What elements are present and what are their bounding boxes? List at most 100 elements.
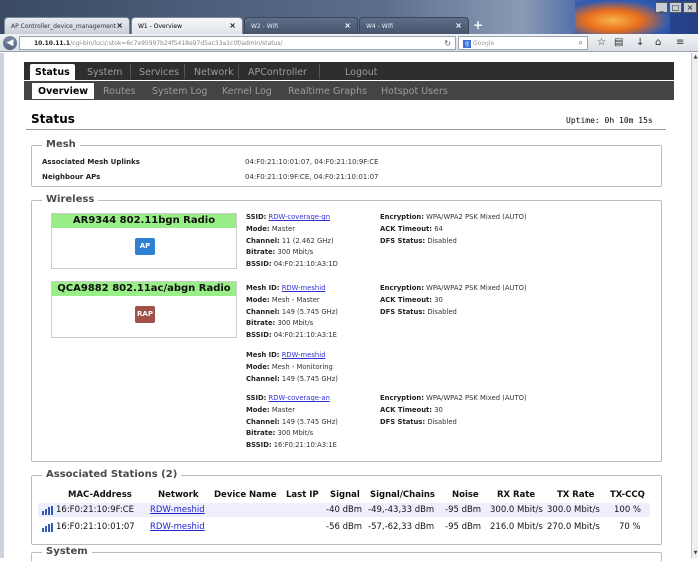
url-path: /cgi-bin/luci/;stok=6c7e95997b24f5418e97… <box>70 40 283 47</box>
search-placeholder: Google <box>473 40 495 47</box>
col-tx-ccq: TX-CCQ <box>610 490 645 500</box>
browser-tab-1[interactable]: AP Controller_device_management × <box>4 17 130 34</box>
search-input[interactable]: g Google ⌕ <box>458 36 588 50</box>
browser-tab-3[interactable]: W2 - Wifi × <box>244 17 358 34</box>
close-icon[interactable]: × <box>455 21 462 30</box>
mesh-legend: Mesh <box>42 139 80 150</box>
bookmarks-menu-icon[interactable]: ▤ <box>614 37 623 48</box>
cell-rx-rate: 300.0 Mbit/s <box>490 505 543 515</box>
meshid-link[interactable]: RDW-meshid <box>282 351 326 359</box>
menu-apcontroller[interactable]: APController <box>243 64 312 80</box>
cell-network: RDW-meshid <box>150 505 205 515</box>
browser-titlebar: AP Controller_device_management × W1 - O… <box>0 0 698 34</box>
tab-label: W1 - Overview <box>138 23 182 30</box>
cell-noise: -95 dBm <box>445 522 482 532</box>
network-security-coverage-gn: Encryption: WPA/WPA2 PSK Mixed (AUTO) AC… <box>380 213 527 245</box>
back-icon[interactable]: ◀ <box>3 36 17 50</box>
close-icon[interactable]: × <box>229 21 236 30</box>
network-info-coverage-gn: SSID: RDW-coverage-gn Mode: Master Chann… <box>246 213 338 269</box>
system-legend: System <box>42 546 92 557</box>
signal-icon <box>42 506 54 515</box>
browser-tab-4[interactable]: W4 - Wifi × <box>359 17 469 34</box>
browser-navbar: ◀ 10.10.11.1/cgi-bin/luci/;stok=6c7e9599… <box>0 34 698 52</box>
google-icon: g <box>463 40 471 48</box>
tab-realtime-graphs[interactable]: Realtime Graphs <box>282 83 373 99</box>
uptime-label: Uptime: <box>566 116 600 125</box>
meshid-link[interactable]: RDW-meshid <box>282 284 326 292</box>
network-security-coverage-an: Encryption: WPA/WPA2 PSK Mixed (AUTO) AC… <box>380 394 527 426</box>
cell-network: RDW-meshid <box>150 522 205 532</box>
close-icon[interactable]: × <box>344 21 351 30</box>
tab-system-log[interactable]: System Log <box>146 83 213 99</box>
wireless-legend: Wireless <box>42 194 99 205</box>
cell-tx-rate: 300.0 Mbit/s <box>547 505 600 515</box>
menu-network[interactable]: Network <box>189 64 239 80</box>
page-title: Status <box>31 112 75 126</box>
col-signal: Signal <box>330 490 360 500</box>
cell-tx-ccq: 100 % <box>614 505 642 515</box>
minimize-icon[interactable]: _ <box>655 2 668 13</box>
network-info-meshid-master: Mesh ID: RDW-meshid Mode: Mesh - Master … <box>246 284 338 340</box>
vertical-scrollbar[interactable]: ▲ ▼ <box>691 53 698 558</box>
access-point-icon: AP <box>135 238 155 255</box>
col-rx-rate: RX Rate <box>497 490 536 500</box>
table-row: 16:F0:21:10:9F:CE RDW-meshid -40 dBm -49… <box>38 503 650 517</box>
url-bar[interactable]: 10.10.11.1/cgi-bin/luci/;stok=6c7e95997b… <box>19 36 456 50</box>
mesh-uplinks-value: 04:F0:21:10:01:07, 04:F0:21:10:9F:CE <box>245 158 379 166</box>
cell-signal-chains: -49,-43,33 dBm <box>368 505 435 515</box>
network-link[interactable]: RDW-meshid <box>150 505 205 515</box>
network-security-meshid: Encryption: WPA/WPA2 PSK Mixed (AUTO) AC… <box>380 284 527 316</box>
downloads-icon[interactable]: ↓ <box>636 37 644 48</box>
radio-title: AR9344 802.11bgn Radio <box>52 214 236 228</box>
cell-noise: -95 dBm <box>445 505 482 515</box>
bookmark-star-icon[interactable]: ☆ <box>597 37 606 48</box>
repeater-ap-icon: RAP <box>135 306 155 323</box>
cell-mac: 16:F0:21:10:01:07 <box>56 522 135 532</box>
title-divider <box>26 129 666 130</box>
ssid-link[interactable]: RDW-coverage-gn <box>269 213 330 221</box>
tab-kernel-log[interactable]: Kernel Log <box>216 83 278 99</box>
menu-separator <box>184 64 185 79</box>
signal-icon <box>42 523 54 532</box>
reload-icon[interactable]: ↻ <box>444 39 451 48</box>
radio-card-qca9882: QCA9882 802.11ac/abgn Radio RAP <box>51 281 237 338</box>
network-info-meshid-monitoring: Mesh ID: RDW-meshid Mode: Mesh - Monitor… <box>246 351 338 383</box>
new-tab-icon[interactable]: + <box>473 18 483 32</box>
window-close-icon[interactable]: × <box>683 2 697 13</box>
menu-icon[interactable]: ≡ <box>676 37 684 48</box>
menu-logout[interactable]: Logout <box>340 64 383 80</box>
url-host: 10.10.11.1 <box>34 40 71 47</box>
maximize-icon[interactable]: □ <box>669 2 682 13</box>
browser-tab-2[interactable]: W1 - Overview × <box>131 17 243 34</box>
mesh-uplinks-label: Associated Mesh Uplinks <box>42 158 140 166</box>
menu-separator <box>319 64 320 79</box>
scroll-down-icon[interactable]: ▼ <box>692 550 698 557</box>
col-mac-address: MAC-Address <box>68 490 132 500</box>
cell-tx-rate: 270.0 Mbit/s <box>547 522 600 532</box>
home-icon[interactable]: ⌂ <box>655 37 661 48</box>
cell-mac: 16:F0:21:10:9F:CE <box>56 505 135 515</box>
tab-overview[interactable]: Overview <box>32 83 95 99</box>
cell-tx-ccq: 70 % <box>619 522 641 532</box>
menu-status[interactable]: Status <box>30 64 75 80</box>
radio-card-ar9344: AR9344 802.11bgn Radio AP <box>51 213 237 269</box>
search-icon[interactable]: ⌕ <box>579 38 583 48</box>
tab-routes[interactable]: Routes <box>97 83 142 99</box>
network-link[interactable]: RDW-meshid <box>150 522 205 532</box>
network-info-coverage-an: SSID: RDW-coverage-an Mode: Master Chann… <box>246 394 338 450</box>
tab-hotspot-users[interactable]: Hotspot Users <box>375 83 454 99</box>
menu-separator <box>238 64 239 79</box>
neighbour-aps-value: 04:F0:21:10:9F:CE, 04:F0:21:10:01:07 <box>245 173 379 181</box>
menu-services[interactable]: Services <box>134 64 184 80</box>
menu-system[interactable]: System <box>82 64 127 80</box>
tab-label: AP Controller_device_management <box>11 23 117 30</box>
table-row: 16:F0:21:10:01:07 RDW-meshid -56 dBm -57… <box>38 520 650 534</box>
scroll-up-icon[interactable]: ▲ <box>692 54 698 61</box>
ssid-link[interactable]: RDW-coverage-an <box>269 394 330 402</box>
neighbour-aps-label: Neighbour APs <box>42 173 101 181</box>
col-device-name: Device Name <box>214 490 277 500</box>
cell-signal-chains: -57,-62,33 dBm <box>368 522 435 532</box>
close-icon[interactable]: × <box>116 21 123 30</box>
menu-separator <box>130 64 131 79</box>
col-network: Network <box>158 490 199 500</box>
